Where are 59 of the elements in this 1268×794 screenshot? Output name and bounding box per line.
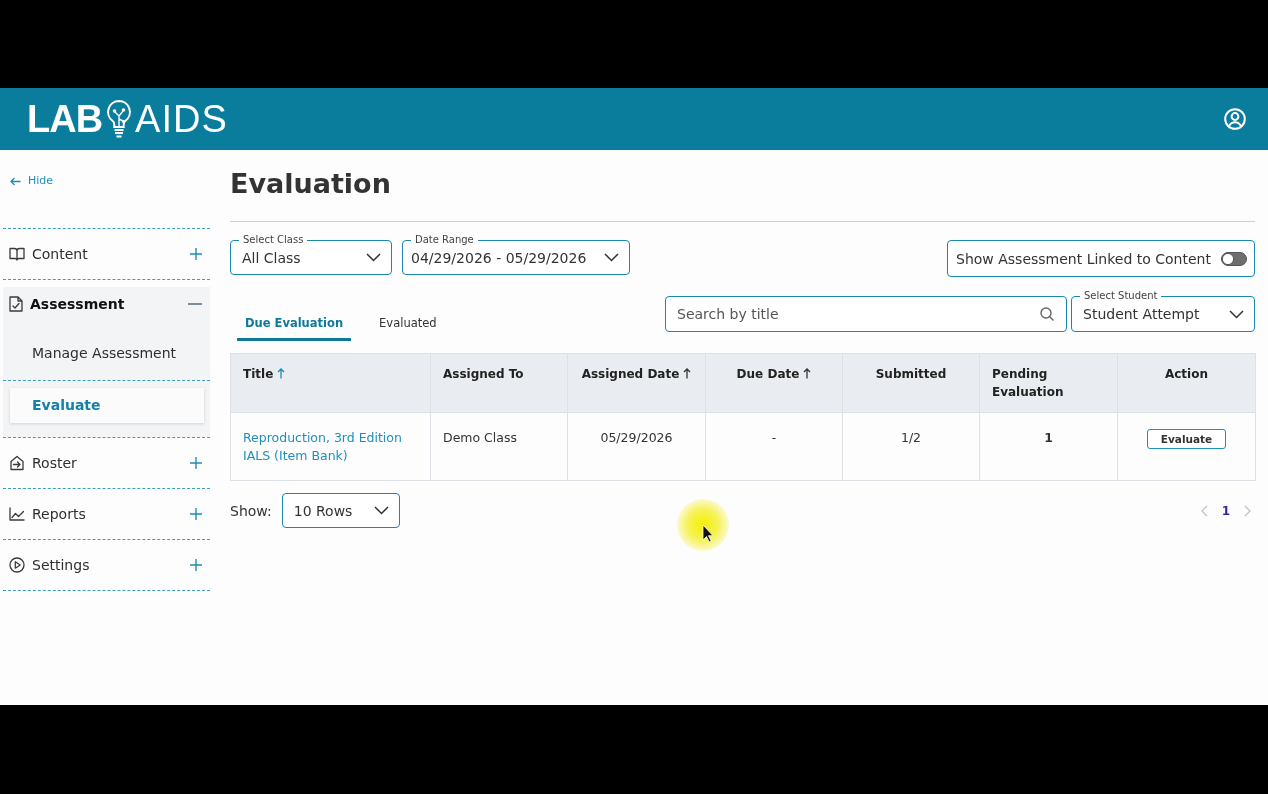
plus-icon[interactable]: [190, 507, 202, 520]
toggle-field[interactable]: Show Assessment Linked to Content: [947, 240, 1255, 277]
rows-dropdown[interactable]: 10 Rows: [281, 493, 400, 528]
column-header[interactable]: Assigned Date: [567, 353, 706, 413]
account-icon[interactable]: [1224, 108, 1246, 130]
enter-arrow-icon: [9, 454, 25, 471]
logo-text: AIDS: [135, 99, 228, 139]
mouse-pointer-icon: [677, 499, 729, 551]
chevron-down-icon: [1229, 309, 1244, 319]
table-cell: 1/2: [842, 412, 980, 481]
field-label: Select Student: [1080, 290, 1162, 301]
page-button[interactable]: 1: [1221, 503, 1230, 518]
minus-icon[interactable]: [188, 302, 202, 305]
sidebar-item[interactable]: Settings: [3, 539, 210, 590]
sidebar-item[interactable]: Assessment: [3, 286, 210, 321]
column-header: Assigned To: [430, 353, 568, 413]
plus-icon[interactable]: [190, 558, 202, 571]
tab[interactable]: Due Evaluation: [237, 314, 352, 341]
toggle-switch[interactable]: [1221, 251, 1247, 266]
chevron-down-icon: [604, 253, 619, 262]
arrow-left-icon: [10, 176, 21, 186]
hide-link[interactable]: Hide: [10, 174, 54, 188]
table-cell: 05/29/2026: [567, 412, 706, 481]
arrow-up-icon[interactable]: [683, 368, 692, 379]
table-cell: Demo Class: [430, 412, 568, 481]
sidebar-item[interactable]: Reports: [3, 488, 210, 539]
line-chart-icon: [9, 506, 25, 521]
logo-text: LAB: [27, 99, 103, 139]
play-circle-icon: [9, 556, 25, 573]
field-label: Select Class: [239, 234, 308, 245]
chevron-left-icon[interactable]: [1199, 504, 1208, 517]
assessment-link[interactable]: Reproduction, 3rd Edition IALS (Item Bank): [243, 429, 418, 465]
document-check-icon: [9, 295, 23, 312]
chevron-down-icon: [373, 506, 389, 515]
book-icon: [9, 246, 25, 261]
plus-icon[interactable]: [190, 247, 202, 260]
column-header: Submitted: [842, 353, 980, 413]
sidebar-subitem[interactable]: Manage Assessment: [3, 320, 210, 381]
sidebar-item[interactable]: Roster: [3, 437, 210, 488]
arrow-up-icon[interactable]: [803, 368, 812, 379]
plus-icon[interactable]: [190, 456, 202, 469]
column-header: Pending Evaluation: [979, 353, 1118, 413]
table-cell: 1: [979, 412, 1118, 481]
sidebar-subitem[interactable]: Evaluate: [10, 387, 204, 423]
chevron-right-icon[interactable]: [1244, 504, 1252, 517]
tab[interactable]: Evaluated: [371, 314, 445, 341]
show-label: Show:: [230, 502, 272, 519]
column-header[interactable]: Title: [230, 353, 431, 413]
page-title: Evaluation: [230, 167, 391, 201]
search-field[interactable]: Search by title: [665, 296, 1067, 332]
chevron-down-icon: [366, 253, 381, 262]
lightbulb-icon: [105, 99, 134, 139]
field-label: Date Range: [411, 234, 478, 245]
sidebar-item[interactable]: Content: [3, 228, 210, 279]
evaluate-button[interactable]: Evaluate: [1147, 429, 1226, 449]
column-header[interactable]: Due Date: [705, 353, 843, 413]
column-header: Action: [1117, 353, 1256, 413]
search-icon: [1040, 307, 1054, 321]
table-cell: -: [705, 412, 843, 481]
